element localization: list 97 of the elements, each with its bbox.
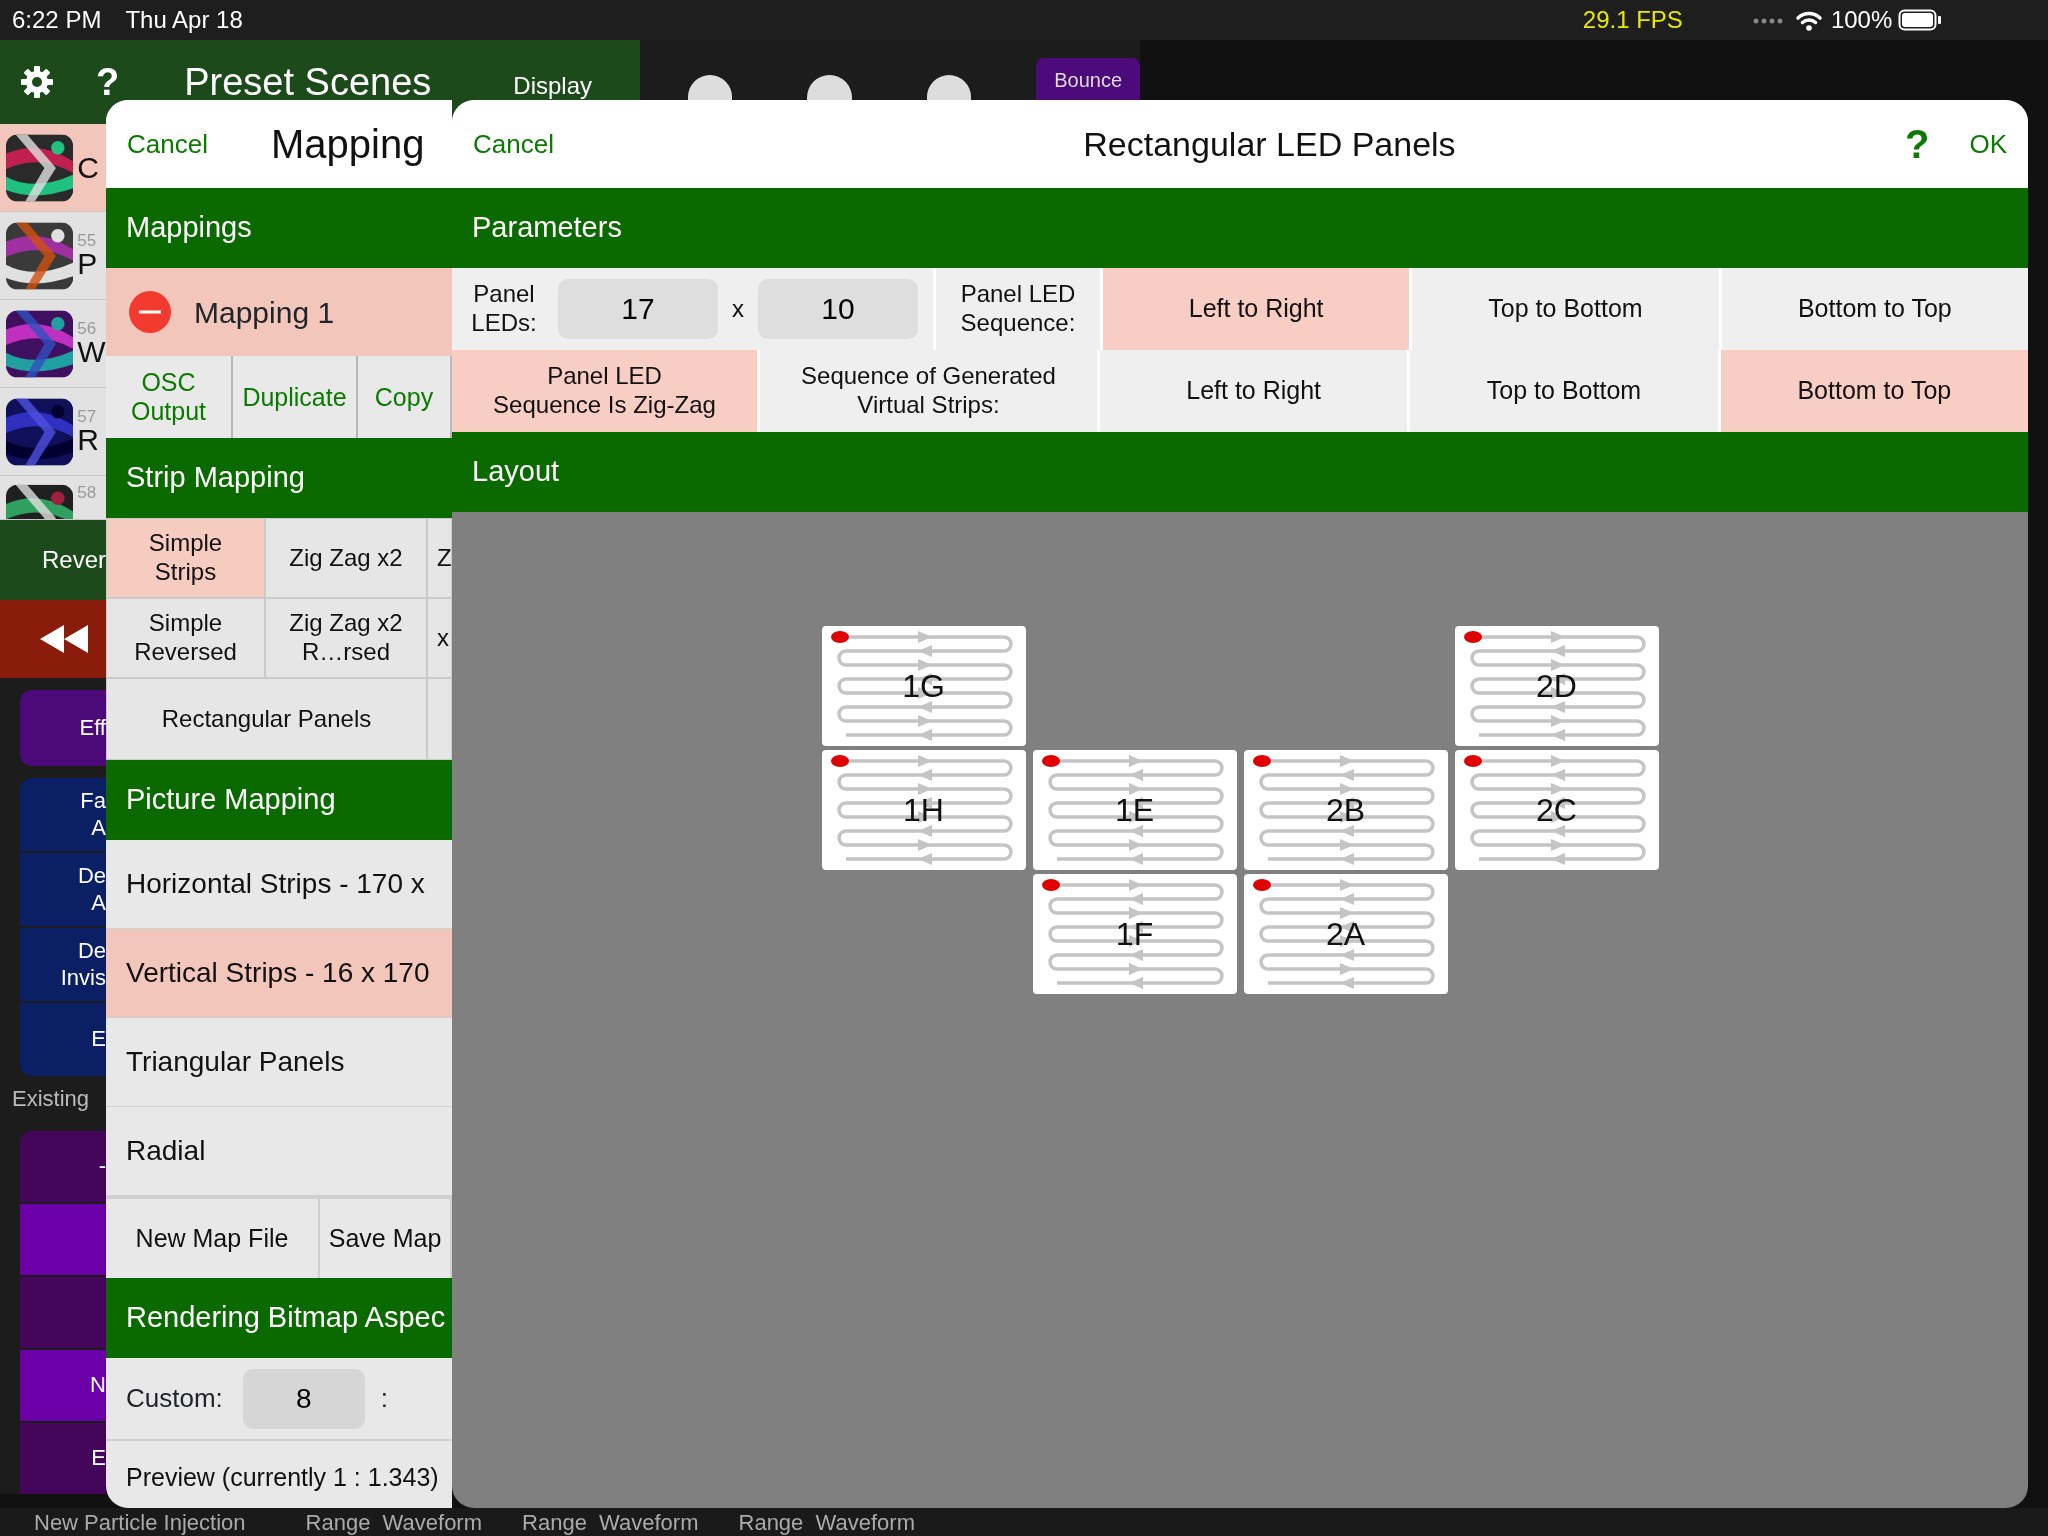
section-header: Mappings	[106, 188, 452, 268]
display-tab[interactable]: Display	[513, 44, 593, 104]
mapping-name: Mapping 1	[194, 294, 335, 331]
mapping-option[interactable]: Z	[427, 518, 452, 598]
effect-button[interactable]: Fa A	[20, 778, 106, 851]
effect-button[interactable]: E	[20, 1003, 106, 1076]
sequence-option[interactable]: Bottom to Top	[1720, 350, 2028, 432]
field-label: Sequence of Generated Virtual Strips:	[760, 350, 1097, 432]
sequence-option[interactable]: Left to Right	[1103, 268, 1410, 350]
scene-name: C	[77, 152, 100, 183]
mapping-option[interactable]: x	[427, 598, 452, 678]
wifi-icon	[1794, 9, 1823, 31]
mapping-option[interactable]: Rectangular Panels	[106, 678, 427, 760]
battery-icon	[1898, 9, 1943, 31]
panel-label: 2D	[1536, 670, 1577, 702]
field-label: Custom:	[126, 1382, 223, 1415]
knob[interactable]	[807, 75, 852, 100]
scene-number: 55	[77, 232, 98, 249]
led-panel[interactable]: 2D	[1454, 626, 1659, 746]
led-panel[interactable]: 2C	[1454, 750, 1659, 870]
scene-row[interactable]: 57 R	[0, 388, 106, 476]
rewind-icon[interactable]	[40, 624, 90, 654]
panel-label: 1G	[902, 670, 945, 702]
panel-label: 2C	[1536, 794, 1577, 826]
footer-label: Range Waveform	[305, 1508, 483, 1536]
effect-button[interactable]: De Invis	[20, 928, 106, 1001]
mapping-option[interactable]: Zig Zag x2 R…rsed	[265, 598, 427, 678]
popover-title: Mapping	[270, 121, 425, 168]
status-date: Thu Apr 18	[125, 5, 243, 35]
ok-button[interactable]: OK	[1968, 123, 2008, 165]
footer-label: Range Waveform	[522, 1508, 699, 1536]
effect-button[interactable]: De A	[20, 853, 106, 926]
knob[interactable]	[926, 75, 972, 100]
scene-name: P	[77, 249, 99, 279]
led-panel[interactable]: 1E	[1032, 750, 1237, 870]
panel-label: 2A	[1325, 918, 1366, 950]
footer-label: New Particle Injection	[34, 1508, 246, 1536]
field-label: Panel LED Sequence:	[936, 268, 1100, 350]
columns-field[interactable]: 17	[558, 279, 718, 339]
sequence-option[interactable]: Top to Bottom	[1410, 350, 1718, 432]
scene-number: 57	[77, 408, 98, 425]
knob[interactable]	[688, 75, 733, 100]
effect-button[interactable]: E	[20, 1423, 106, 1494]
mapping-option[interactable]: Vertical Strips - 16 x 170	[106, 929, 452, 1018]
effect-button[interactable]: N	[20, 1350, 106, 1421]
preview-label: Preview (currently 1 : 1.343)	[125, 1462, 440, 1493]
times-label: x	[732, 294, 744, 324]
mapping-row[interactable]: Mapping 1	[106, 268, 452, 356]
led-panel[interactable]: 2A	[1243, 874, 1448, 994]
section-header: Strip Mapping	[106, 438, 452, 518]
option-tile[interactable]	[427, 678, 452, 760]
mapping-option[interactable]: Simple Strips	[106, 518, 265, 598]
sequence-option[interactable]: Left to Right	[1100, 350, 1408, 432]
effect-button[interactable]: -	[20, 1131, 106, 1202]
popover-title: Rectangular LED Panels	[1082, 123, 1457, 165]
mapping-option[interactable]: Zig Zag x2	[265, 518, 427, 598]
cancel-button[interactable]: Cancel	[472, 123, 555, 165]
scene-row[interactable]: C	[0, 124, 106, 212]
led-panel[interactable]: 1H	[821, 750, 1026, 870]
panel-label: 1H	[903, 794, 944, 826]
screen-title: Preset Scenes	[184, 59, 432, 105]
status-time: 6:22 PM	[12, 5, 102, 35]
led-panel[interactable]: 1G	[821, 626, 1026, 746]
section-header: Layout	[452, 432, 2028, 512]
scene-row[interactable]: 56 W	[0, 300, 106, 388]
sequence-option[interactable]: Bottom to Top	[1721, 268, 2028, 350]
section-header: Parameters	[452, 188, 2028, 268]
battery-percent: 100%	[1830, 5, 1893, 35]
mapping-option[interactable]: Simple Reversed	[106, 598, 265, 678]
zigzag-toggle[interactable]: Panel LED Sequence Is Zig-Zag	[452, 350, 757, 432]
effects-button[interactable]: Eff	[20, 690, 106, 766]
bounce-button[interactable]: Bounce	[1036, 58, 1140, 100]
scene-name: W	[77, 337, 106, 367]
sequence-option[interactable]: Top to Bottom	[1412, 268, 1719, 350]
scene-row[interactable]: 55 P	[0, 212, 106, 300]
section-label: Existing	[11, 1085, 91, 1113]
footer-label: Range Waveform	[738, 1508, 915, 1536]
section-header: Picture Mapping	[106, 760, 452, 840]
rows-field[interactable]: 10	[758, 279, 918, 339]
separator-label: :	[380, 1382, 389, 1415]
fps-readout: 29.1 FPS	[1582, 5, 1683, 35]
panel-label: 1E	[1114, 794, 1155, 826]
reverse-button[interactable]: Rever	[0, 520, 106, 600]
delete-icon[interactable]	[128, 290, 172, 334]
settings-icon[interactable]	[20, 65, 54, 99]
scene-number: 58	[77, 484, 98, 501]
panel-label: 1F	[1115, 918, 1154, 950]
panel-label: 2B	[1325, 794, 1366, 826]
scene-name: R	[77, 425, 100, 455]
help-button[interactable]: ?	[1904, 113, 1931, 175]
field-label: Panel LEDs:	[470, 280, 538, 338]
aspect-field[interactable]: 8	[242, 1368, 365, 1429]
scene-number: 56	[77, 320, 98, 337]
section-header: Rendering Bitmap Aspec	[106, 1278, 452, 1358]
cancel-button[interactable]: Cancel	[126, 123, 209, 165]
led-panel[interactable]: 1F	[1032, 874, 1237, 994]
led-panel[interactable]: 2B	[1243, 750, 1448, 870]
